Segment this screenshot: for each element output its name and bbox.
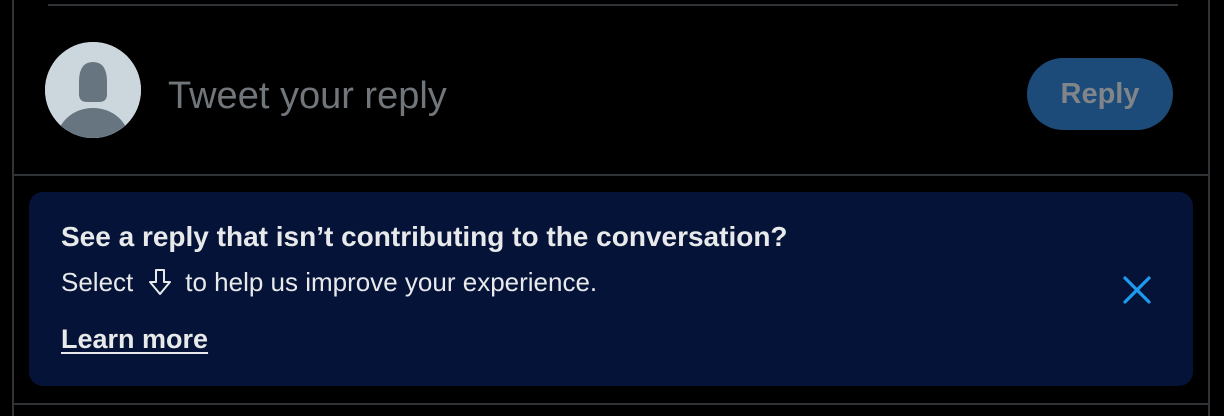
- banner-body-prefix: Select: [61, 267, 134, 297]
- divider: [48, 4, 1178, 6]
- reply-input[interactable]: [168, 66, 988, 126]
- close-button[interactable]: [1117, 270, 1157, 310]
- divider: [12, 174, 1210, 176]
- reply-button[interactable]: Reply: [1027, 58, 1173, 130]
- default-avatar-icon: [45, 42, 141, 138]
- banner-body-suffix: to help us improve your experience.: [185, 267, 598, 297]
- close-icon: [1123, 276, 1151, 304]
- banner-title: See a reply that isn’t contributing to t…: [61, 221, 788, 252]
- feedback-banner: See a reply that isn’t contributing to t…: [29, 192, 1193, 386]
- learn-more-link[interactable]: Learn more: [61, 322, 208, 356]
- arrow-down-icon: [145, 267, 175, 297]
- divider: [12, 403, 1210, 405]
- banner-body: Select to help us improve your experienc…: [61, 266, 597, 298]
- user-avatar[interactable]: [45, 42, 141, 138]
